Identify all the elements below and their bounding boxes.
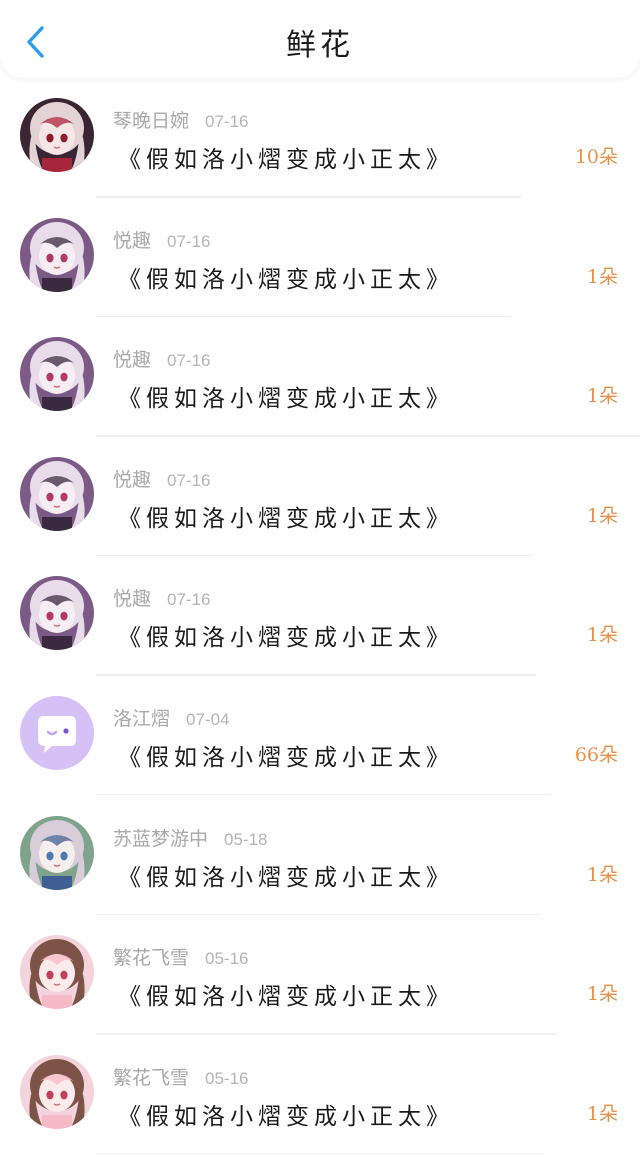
work-title[interactable]: 《假如洛小熠变成小正太》 xyxy=(118,379,454,413)
avatar[interactable] xyxy=(20,456,94,531)
send-date: 07-16 xyxy=(205,112,249,131)
work-title[interactable]: 《假如洛小熠变成小正太》 xyxy=(118,738,454,772)
work-title[interactable]: 《假如洛小熠变成小正太》 xyxy=(118,140,454,174)
list-item[interactable]: 悦趣 07-16 《假如洛小熠变成小正太》 1朵 xyxy=(0,198,640,318)
list-item[interactable]: 悦趣 07-16 《假如洛小熠变成小正太》 1朵 xyxy=(0,556,640,676)
flower-count: 1朵 xyxy=(586,983,618,1006)
list-item[interactable]: 洛江熠 07-04 《假如洛小熠变成小正太》 66朵 xyxy=(0,676,640,796)
avatar[interactable] xyxy=(20,337,94,412)
flower-list: 琴晚日婉 07-16 《假如洛小熠变成小正太》 10朵悦趣 07-16 《假如洛小熠变成小… xyxy=(0,78,640,1155)
sender-meta: 洛江熠 07-04 xyxy=(113,704,230,731)
sender-name[interactable]: 悦趣 xyxy=(113,230,151,252)
sender-meta: 繁花飞雪 05-16 xyxy=(113,943,249,970)
page-title: 鲜花 xyxy=(286,28,354,63)
flower-count: 1朵 xyxy=(586,1102,618,1125)
send-date: 07-04 xyxy=(186,709,230,729)
send-date: 05-16 xyxy=(205,1068,249,1088)
sender-name[interactable]: 悦趣 xyxy=(113,469,151,491)
work-title[interactable]: 《假如洛小熠变成小正太》 xyxy=(118,858,454,892)
sender-name[interactable]: 繁花飞雪 xyxy=(113,947,189,969)
sender-meta: 苏蓝梦游中 05-18 xyxy=(113,824,268,851)
flower-count: 66朵 xyxy=(574,743,618,766)
send-date: 07-16 xyxy=(167,590,211,610)
flower-count: 1朵 xyxy=(586,624,618,647)
avatar[interactable] xyxy=(20,1054,94,1129)
send-date: 07-16 xyxy=(167,470,211,490)
sender-name[interactable]: 洛江熠 xyxy=(113,708,170,730)
avatar[interactable] xyxy=(20,98,94,172)
avatar[interactable] xyxy=(20,217,94,292)
sender-name[interactable]: 琴晚日婉 xyxy=(113,110,189,132)
sender-meta: 琴晚日婉 07-16 xyxy=(113,106,249,133)
flower-count: 1朵 xyxy=(586,863,618,886)
sender-name[interactable]: 苏蓝梦游中 xyxy=(113,828,208,850)
sender-meta: 悦趣 07-16 xyxy=(113,226,211,253)
list-item[interactable]: 繁花飞雪 05-16 《假如洛小熠变成小正太》 1朵 xyxy=(0,1035,640,1155)
flower-count: 10朵 xyxy=(574,146,618,168)
flower-count: 1朵 xyxy=(586,504,618,527)
avatar[interactable] xyxy=(20,935,94,1010)
send-date: 07-16 xyxy=(167,231,211,251)
sender-name[interactable]: 悦趣 xyxy=(113,349,151,371)
flower-count: 1朵 xyxy=(586,265,618,288)
sender-meta: 悦趣 07-16 xyxy=(113,345,211,372)
sender-meta: 悦趣 07-16 xyxy=(113,465,211,492)
avatar[interactable] xyxy=(20,576,94,651)
work-title[interactable]: 《假如洛小熠变成小正太》 xyxy=(118,1097,454,1131)
work-title[interactable]: 《假如洛小熠变成小正太》 xyxy=(118,977,454,1011)
sender-meta: 繁花飞雪 05-16 xyxy=(113,1063,249,1090)
list-item[interactable]: 悦趣 07-16 《假如洛小熠变成小正太》 1朵 xyxy=(0,317,640,437)
flower-count: 1朵 xyxy=(586,385,618,408)
top-bar: 鲜花 xyxy=(0,0,640,78)
list-item[interactable]: 苏蓝梦游中 05-18 《假如洛小熠变成小正太》 1朵 xyxy=(0,796,640,916)
avatar[interactable] xyxy=(20,695,94,770)
sender-name[interactable]: 悦趣 xyxy=(113,588,151,610)
sender-name[interactable]: 繁花飞雪 xyxy=(113,1067,189,1089)
work-title[interactable]: 《假如洛小熠变成小正太》 xyxy=(118,499,454,533)
list-item[interactable]: 悦趣 07-16 《假如洛小熠变成小正太》 1朵 xyxy=(0,437,640,557)
sender-meta: 悦趣 07-16 xyxy=(113,584,211,611)
divider xyxy=(96,1152,546,1155)
send-date: 05-18 xyxy=(224,829,268,849)
send-date: 07-16 xyxy=(167,351,211,371)
send-date: 05-16 xyxy=(205,949,249,969)
work-title[interactable]: 《假如洛小熠变成小正太》 xyxy=(118,618,454,652)
list-item[interactable]: 繁花飞雪 05-16 《假如洛小熠变成小正太》 1朵 xyxy=(0,915,640,1035)
work-title[interactable]: 《假如洛小熠变成小正太》 xyxy=(118,260,454,294)
list-item[interactable]: 琴晚日婉 07-16 《假如洛小熠变成小正太》 10朵 xyxy=(0,78,640,198)
avatar[interactable] xyxy=(20,815,94,890)
